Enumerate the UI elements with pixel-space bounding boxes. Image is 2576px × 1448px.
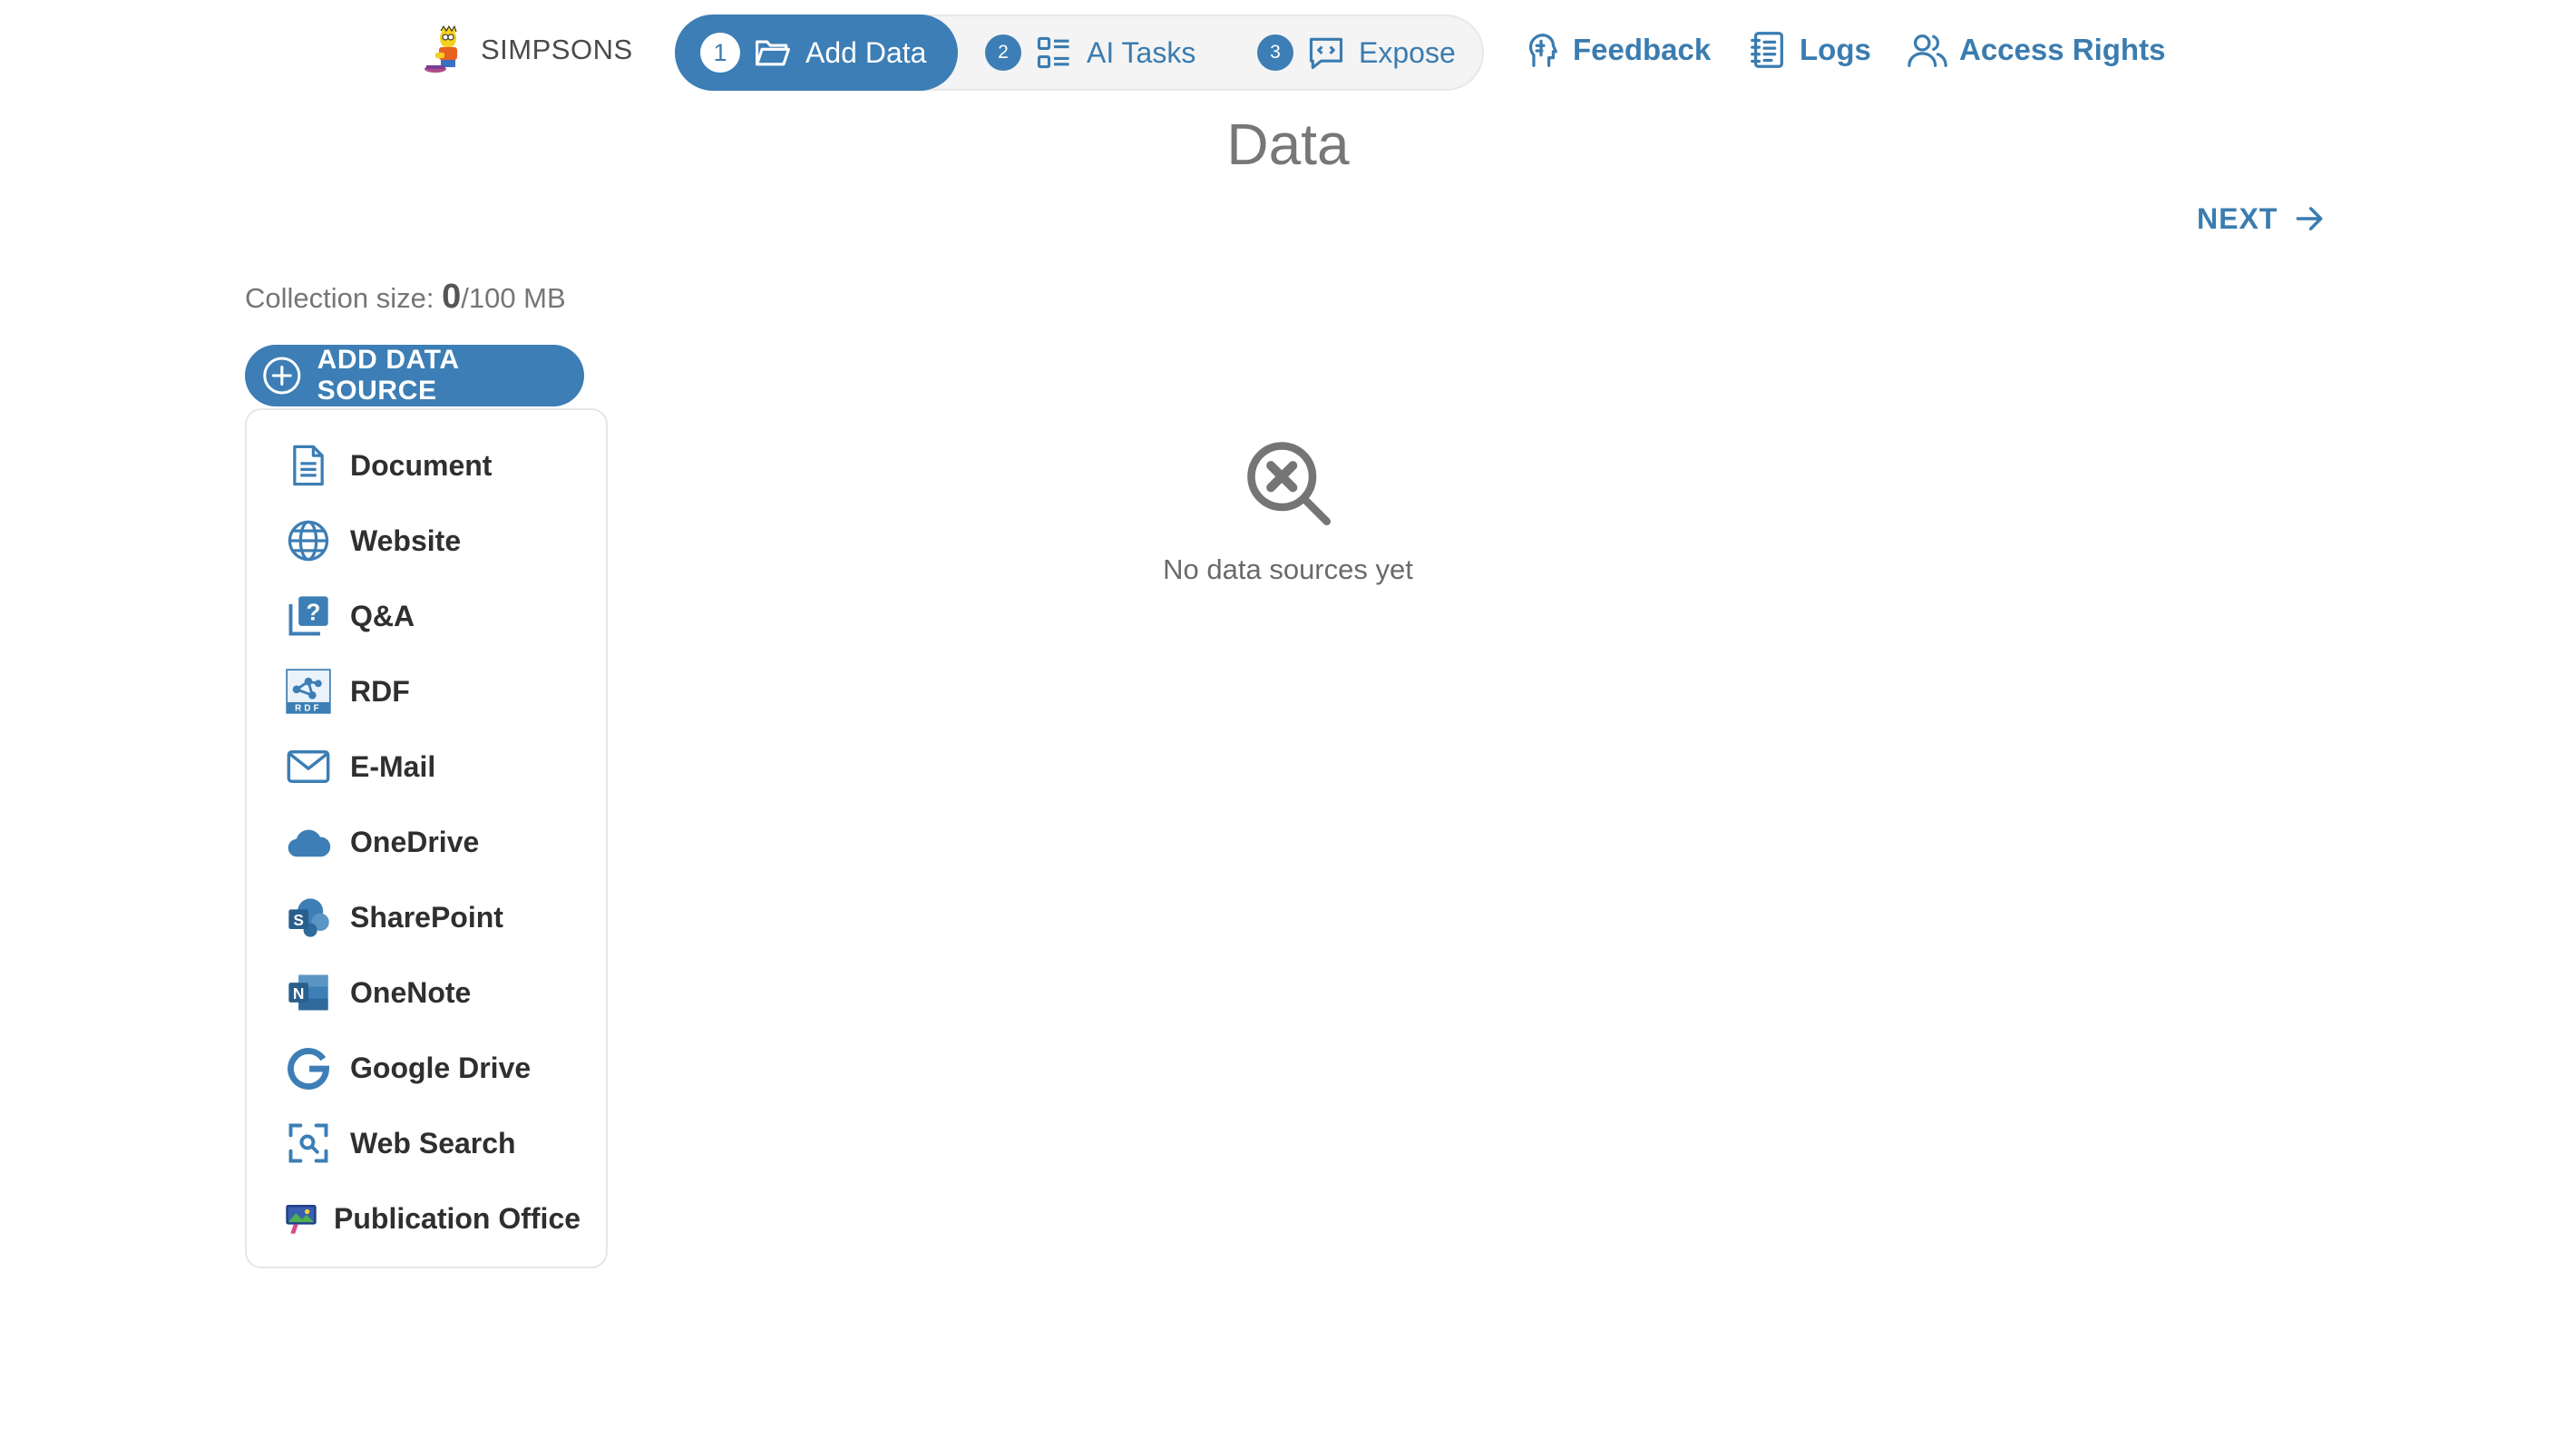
step-add-data[interactable]: 1 Add Data bbox=[675, 15, 958, 91]
collection-size-total: /100 MB bbox=[461, 282, 566, 314]
feedback-link[interactable]: Feedback bbox=[1520, 29, 1711, 71]
step-label: AI Tasks bbox=[1087, 35, 1196, 69]
sharepoint-icon: S bbox=[288, 898, 329, 937]
task-list-icon bbox=[1037, 36, 1069, 69]
next-label: NEXT bbox=[2197, 201, 2278, 235]
plus-circle-icon bbox=[263, 357, 301, 395]
source-item-sharepoint[interactable]: S SharePoint bbox=[285, 885, 503, 949]
svg-text:RDF: RDF bbox=[295, 704, 322, 714]
web-search-icon bbox=[288, 1123, 328, 1163]
source-item-publication-office[interactable]: Publication Office bbox=[283, 1187, 581, 1250]
source-item-onenote[interactable]: N OneNote bbox=[285, 961, 471, 1024]
access-rights-label: Access Rights bbox=[1959, 33, 2166, 66]
rdf-icon: RDF bbox=[286, 669, 331, 714]
code-chat-icon bbox=[1309, 37, 1343, 70]
collection-size: Collection size: 0/100 MB bbox=[245, 278, 566, 317]
cloud-icon bbox=[288, 829, 331, 857]
step-ai-tasks[interactable]: 2 AI Tasks bbox=[985, 16, 1195, 89]
empty-state: No data sources yet bbox=[0, 434, 2576, 586]
step-label: Add Data bbox=[805, 35, 927, 69]
source-item-label: E-Mail bbox=[350, 749, 436, 783]
workflow-stepper: 1 Add Data 2 AI Tasks 3 Expose bbox=[675, 15, 1484, 91]
step-number: 3 bbox=[1257, 34, 1293, 71]
brand-name: SIMPSONS bbox=[481, 34, 633, 65]
step-label: Expose bbox=[1359, 35, 1456, 69]
search-cancel-icon bbox=[1247, 442, 1332, 526]
source-item-qa[interactable]: ? Q&A bbox=[285, 584, 415, 648]
source-item-label: RDF bbox=[350, 674, 410, 708]
svg-text:N: N bbox=[293, 984, 305, 1003]
page-title: Data bbox=[1226, 112, 1350, 177]
source-item-label: OneDrive bbox=[350, 825, 480, 858]
access-rights-link[interactable]: Access Rights bbox=[1907, 29, 2165, 71]
logs-notebook-icon bbox=[1751, 32, 1783, 68]
logs-link[interactable]: Logs bbox=[1747, 29, 1871, 71]
step-number: 2 bbox=[985, 34, 1021, 71]
next-button[interactable]: NEXT bbox=[2197, 201, 2327, 236]
svg-text:?: ? bbox=[306, 598, 320, 625]
folder-open-icon bbox=[756, 40, 790, 66]
app-page: SIMPSONS 1 Add Data 2 AI Tasks 3 Expose … bbox=[0, 0, 2576, 1448]
empty-state-message: No data sources yet bbox=[1163, 553, 1413, 585]
onenote-icon: N bbox=[288, 974, 328, 1011]
source-item-onedrive[interactable]: OneDrive bbox=[285, 810, 479, 874]
source-item-rdf[interactable]: RDF RDF bbox=[285, 660, 410, 723]
source-item-google-drive[interactable]: Google Drive bbox=[285, 1036, 531, 1100]
users-icon bbox=[1908, 34, 1947, 67]
google-icon bbox=[288, 1048, 329, 1090]
mail-icon bbox=[287, 750, 330, 783]
feedback-head-icon bbox=[1528, 34, 1557, 67]
arrow-right-icon bbox=[2296, 207, 2323, 230]
source-item-label: OneNote bbox=[350, 975, 472, 1009]
source-item-label: Google Drive bbox=[350, 1051, 532, 1084]
source-item-label: SharePoint bbox=[350, 900, 503, 934]
source-item-label: Web Search bbox=[350, 1126, 516, 1159]
publication-office-icon bbox=[286, 1205, 317, 1234]
logs-label: Logs bbox=[1800, 33, 1871, 66]
simpsons-logo-icon bbox=[424, 25, 457, 73]
svg-text:S: S bbox=[293, 911, 304, 929]
source-item-email[interactable]: E-Mail bbox=[285, 735, 435, 798]
source-item-label: Q&A bbox=[350, 599, 415, 632]
source-item-label: Publication Office bbox=[334, 1201, 581, 1235]
feedback-label: Feedback bbox=[1573, 33, 1712, 66]
question-icon: ? bbox=[288, 596, 328, 636]
step-expose[interactable]: 3 Expose bbox=[1257, 16, 1456, 89]
collection-size-label: Collection size: bbox=[245, 282, 443, 314]
add-data-source-button[interactable]: ADD DATA SOURCE bbox=[245, 345, 584, 406]
add-data-source-label: ADD DATA SOURCE bbox=[317, 345, 459, 406]
brand[interactable]: SIMPSONS bbox=[423, 25, 633, 74]
step-number: 1 bbox=[700, 33, 740, 73]
collection-size-used: 0 bbox=[442, 278, 462, 316]
source-item-web-search[interactable]: Web Search bbox=[285, 1111, 516, 1175]
